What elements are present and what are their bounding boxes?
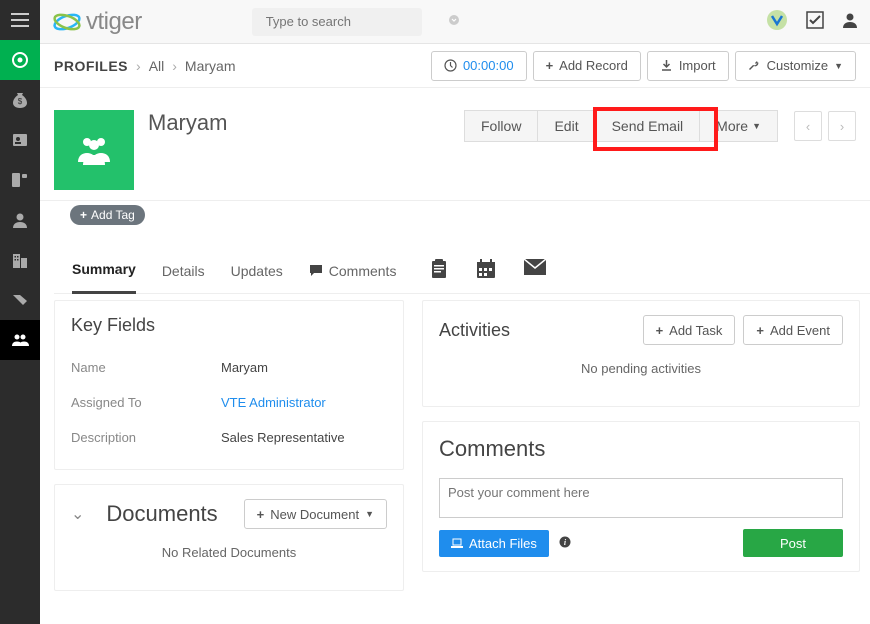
assigned-to-link[interactable]: VTE Administrator	[221, 395, 326, 410]
activities-empty: No pending activities	[439, 345, 843, 392]
comments-title: Comments	[439, 436, 843, 462]
record-title: Maryam	[148, 110, 227, 136]
comments-panel: Comments Attach Files i Post	[422, 421, 860, 572]
device-icon[interactable]	[0, 160, 40, 200]
add-tag-button[interactable]: + Add Tag	[70, 205, 145, 225]
dashboard-icon[interactable]	[0, 40, 40, 80]
more-button[interactable]: More ▼	[700, 110, 778, 142]
building-icon[interactable]	[0, 240, 40, 280]
clipboard-icon[interactable]	[430, 259, 448, 282]
plus-icon: +	[546, 58, 554, 73]
topbar: vtiger	[40, 0, 870, 44]
breadcrumb: PROFILES › All › Maryam	[54, 58, 235, 74]
record-tabs: Summary Details Updates Comments	[54, 248, 870, 294]
left-nav-rail: $	[0, 0, 40, 624]
contact-card-icon[interactable]	[0, 120, 40, 160]
brand-name: vtiger	[86, 8, 142, 36]
caret-down-icon: ▼	[365, 509, 374, 519]
user-menu-icon[interactable]	[842, 12, 858, 31]
send-email-button[interactable]: Send Email	[596, 110, 701, 142]
plus-icon: +	[656, 323, 664, 338]
plus-icon: +	[80, 208, 87, 222]
clock-icon	[444, 59, 457, 72]
new-document-button[interactable]: + New Document ▼	[244, 499, 387, 529]
comment-icon	[309, 264, 323, 277]
plus-icon: +	[756, 323, 764, 338]
brand-logo[interactable]: vtiger	[52, 8, 142, 36]
info-icon[interactable]: i	[559, 536, 571, 551]
search-dropdown-icon[interactable]	[448, 14, 460, 29]
menu-icon[interactable]	[0, 0, 40, 40]
timer-button[interactable]: 00:00:00	[431, 51, 527, 81]
key-fields-panel: Key Fields Name Maryam Assigned To VTE A…	[54, 300, 404, 470]
tab-comments[interactable]: Comments	[309, 249, 397, 293]
group-icon[interactable]	[0, 320, 40, 360]
checkbox-icon[interactable]	[806, 11, 824, 32]
plus-icon: +	[257, 507, 265, 522]
wrench-icon	[748, 59, 761, 72]
import-button[interactable]: Import	[647, 51, 729, 81]
chevron-down-icon[interactable]: ⌄	[71, 504, 84, 524]
tab-updates[interactable]: Updates	[231, 249, 283, 293]
app-switcher-icon[interactable]	[766, 9, 788, 34]
comment-input[interactable]	[439, 478, 843, 518]
caret-down-icon: ▼	[752, 121, 761, 131]
subheader: PROFILES › All › Maryam 00:00:00 + Add R…	[40, 44, 870, 88]
next-record-button[interactable]: ›	[828, 111, 856, 141]
global-search[interactable]	[252, 8, 422, 36]
kv-row: Description Sales Representative	[71, 420, 387, 455]
search-input[interactable]	[266, 14, 442, 29]
key-fields-title: Key Fields	[71, 315, 387, 336]
calendar-icon[interactable]	[476, 259, 496, 282]
person-icon[interactable]	[0, 200, 40, 240]
download-icon	[660, 59, 673, 72]
activities-title: Activities	[439, 320, 510, 341]
documents-panel: ⌄ Documents + New Document ▼ No Related …	[54, 484, 404, 591]
post-button[interactable]: Post	[743, 529, 843, 557]
money-bag-icon[interactable]: $	[0, 80, 40, 120]
documents-empty: No Related Documents	[71, 529, 387, 576]
chevron-right-icon: ›	[172, 58, 177, 74]
customize-button[interactable]: Customize ▼	[735, 51, 856, 81]
kv-row: Assigned To VTE Administrator	[71, 385, 387, 420]
breadcrumb-all[interactable]: All	[149, 58, 165, 74]
module-name[interactable]: PROFILES	[54, 58, 128, 74]
follow-button[interactable]: Follow	[464, 110, 538, 142]
add-record-button[interactable]: + Add Record	[533, 51, 641, 81]
record-header: Maryam Follow Edit Send Email More ▼ ‹ ›	[40, 88, 870, 201]
mail-icon[interactable]	[524, 259, 546, 282]
record-avatar	[54, 110, 134, 190]
documents-title: Documents	[106, 501, 233, 527]
tag-icon[interactable]	[0, 280, 40, 320]
edit-button[interactable]: Edit	[538, 110, 595, 142]
laptop-icon	[451, 538, 463, 549]
prev-record-button[interactable]: ‹	[794, 111, 822, 141]
breadcrumb-record[interactable]: Maryam	[185, 58, 236, 74]
chevron-right-icon: ›	[136, 58, 141, 74]
tab-summary[interactable]: Summary	[72, 247, 136, 294]
add-event-button[interactable]: + Add Event	[743, 315, 843, 345]
activities-panel: Activities + Add Task + Add Event No pen…	[422, 300, 860, 407]
attach-files-button[interactable]: Attach Files	[439, 530, 549, 557]
svg-text:$: $	[18, 97, 23, 106]
tab-details[interactable]: Details	[162, 249, 205, 293]
add-task-button[interactable]: + Add Task	[643, 315, 736, 345]
kv-row: Name Maryam	[71, 350, 387, 385]
caret-down-icon: ▼	[834, 61, 843, 71]
